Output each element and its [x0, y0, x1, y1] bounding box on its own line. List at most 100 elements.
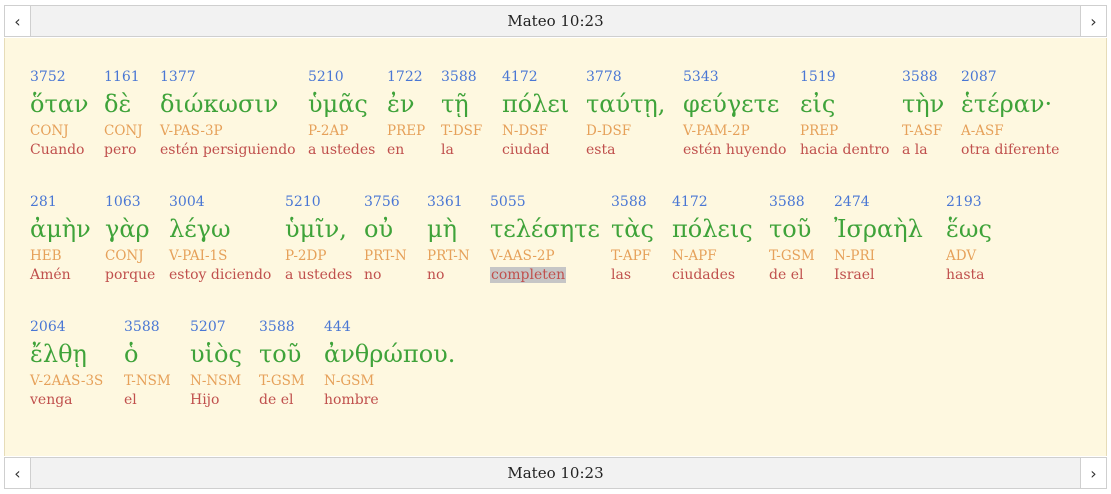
greek-word[interactable]: οὐ [364, 215, 393, 243]
greek-word[interactable]: διώκωσιν [160, 90, 278, 118]
spanish-gloss: hasta [946, 267, 985, 283]
interlinear-word[interactable]: 4172 πόλει N-DSF ciudad [502, 68, 569, 160]
strong-number[interactable]: 3588 [441, 69, 477, 85]
greek-word[interactable]: ἑτέραν· [961, 90, 1052, 118]
interlinear-word[interactable]: 1063 γὰρ CONJ porque [105, 193, 155, 285]
interlinear-word[interactable]: 444 ἀνθρώπου. N-GSM hombre [324, 318, 455, 410]
interlinear-word[interactable]: 4172 πόλεις N-APF ciudades [672, 193, 753, 285]
interlinear-word[interactable]: 3756 οὐ PRT-N no [364, 193, 407, 285]
greek-word[interactable]: ἀμὴν [30, 215, 91, 243]
next-verse-button[interactable]: › [1080, 6, 1106, 36]
strong-number[interactable]: 444 [324, 319, 351, 335]
interlinear-word[interactable]: 5055 τελέσητε V-AAS-2P completen [490, 193, 600, 285]
greek-word[interactable]: τοῦ [259, 340, 301, 368]
interlinear-word[interactable]: 1377 διώκωσιν V-PAS-3P estén persiguiendo [160, 68, 296, 160]
strong-number[interactable]: 2087 [961, 69, 997, 85]
strong-number[interactable]: 3752 [30, 69, 66, 85]
interlinear-word[interactable]: 5343 φεύγετε V-PAM-2P estén huyendo [683, 68, 786, 160]
greek-word[interactable]: μὴ [427, 215, 457, 243]
greek-word[interactable]: τελέσητε [490, 215, 600, 243]
next-verse-button[interactable]: › [1080, 458, 1106, 488]
interlinear-word[interactable]: 3752 ὅταν CONJ Cuando [30, 68, 89, 160]
greek-word[interactable]: τὴν [902, 90, 944, 118]
greek-word[interactable]: ἔλθῃ [30, 340, 87, 368]
greek-word[interactable]: Ἰσραὴλ [834, 215, 923, 243]
verse-title[interactable]: Mateo 10:23 [31, 458, 1080, 488]
strong-number[interactable]: 3778 [586, 69, 622, 85]
interlinear-word[interactable]: 5207 υἱὸς N-NSM Hijo [190, 318, 242, 410]
interlinear-word[interactable]: 1161 δὲ CONJ pero [104, 68, 143, 160]
strong-number[interactable]: 2474 [834, 194, 870, 210]
interlinear-word[interactable]: 1722 ἐν PREP en [387, 68, 425, 160]
greek-word[interactable]: ὁ [124, 340, 138, 368]
spanish-gloss: a la [902, 142, 928, 158]
greek-word[interactable]: ἕως [946, 215, 992, 243]
interlinear-word[interactable]: 3588 τῇ T-DSF la [441, 68, 482, 160]
interlinear-word[interactable]: 3588 τοῦ T-GSM de el [259, 318, 305, 410]
greek-word[interactable]: λέγω [169, 215, 231, 243]
strong-number[interactable]: 3588 [124, 319, 160, 335]
strong-number[interactable]: 5210 [308, 69, 344, 85]
interlinear-word[interactable]: 3588 ὁ T-NSM el [124, 318, 171, 410]
interlinear-word[interactable]: 2087 ἑτέραν· A-ASF otra diferente [961, 68, 1059, 160]
greek-word[interactable]: δὲ [104, 90, 131, 118]
greek-word[interactable]: φεύγετε [683, 90, 779, 118]
strong-number[interactable]: 1519 [800, 69, 836, 85]
strong-number[interactable]: 3588 [611, 194, 647, 210]
greek-word[interactable]: τοῦ [769, 215, 811, 243]
strong-number[interactable]: 2193 [946, 194, 982, 210]
interlinear-word[interactable]: 2193 ἕως ADV hasta [946, 193, 992, 285]
strong-number[interactable]: 5207 [190, 319, 226, 335]
spanish-gloss: a ustedes [308, 142, 376, 158]
strong-number[interactable]: 1161 [104, 69, 140, 85]
strong-number[interactable]: 3588 [769, 194, 805, 210]
strong-number[interactable]: 4172 [502, 69, 538, 85]
interlinear-word[interactable]: 5210 ὑμᾶς P-2AP a ustedes [308, 68, 375, 160]
strong-number[interactable]: 1722 [387, 69, 423, 85]
interlinear-word[interactable]: 3588 τὰς T-APF las [611, 193, 654, 285]
interlinear-word[interactable]: 2474 Ἰσραὴλ N-PRI Israel [834, 193, 923, 285]
interlinear-word[interactable]: 3361 μὴ PRT-N no [427, 193, 470, 285]
strong-number[interactable]: 5343 [683, 69, 719, 85]
greek-word[interactable]: ἐν [387, 90, 414, 118]
strong-number[interactable]: 5210 [285, 194, 321, 210]
morphology-code: P-2DP [285, 248, 327, 264]
prev-verse-button[interactable]: ‹ [5, 6, 31, 36]
greek-word[interactable]: πόλει [502, 90, 569, 118]
strong-number[interactable]: 3361 [427, 194, 463, 210]
strong-number[interactable]: 3004 [169, 194, 205, 210]
greek-word[interactable]: ὑμᾶς [308, 90, 368, 118]
strong-number[interactable]: 3756 [364, 194, 400, 210]
greek-word[interactable]: τῇ [441, 90, 469, 118]
interlinear-word[interactable]: 2064 ἔλθῃ V-2AAS-3S venga [30, 318, 103, 410]
strong-number[interactable]: 1377 [160, 69, 196, 85]
greek-word[interactable]: γὰρ [105, 215, 150, 243]
prev-verse-button[interactable]: ‹ [5, 458, 31, 488]
strong-number[interactable]: 1063 [105, 194, 141, 210]
strong-number[interactable]: 4172 [672, 194, 708, 210]
greek-word[interactable]: ταύτῃ, [586, 90, 665, 118]
greek-word[interactable]: υἱὸς [190, 340, 242, 368]
interlinear-word[interactable]: 3588 τὴν T-ASF a la [902, 68, 944, 160]
strong-number[interactable]: 2064 [30, 319, 66, 335]
greek-word[interactable]: τὰς [611, 215, 654, 243]
greek-word[interactable]: ὑμῖν, [285, 215, 347, 243]
spanish-gloss: pero [104, 142, 137, 158]
interlinear-word[interactable]: 5210 ὑμῖν, P-2DP a ustedes [285, 193, 352, 285]
greek-word[interactable]: εἰς [800, 90, 835, 118]
strong-number[interactable]: 3588 [902, 69, 938, 85]
interlinear-word[interactable]: 1519 εἰς PREP hacia dentro [800, 68, 890, 160]
strong-number[interactable]: 3588 [259, 319, 295, 335]
strong-number[interactable]: 5055 [490, 194, 526, 210]
greek-word[interactable]: πόλεις [672, 215, 753, 243]
interlinear-word[interactable]: 3588 τοῦ T-GSM de el [769, 193, 815, 285]
interlinear-word[interactable]: 3004 λέγω V-PAI-1S estoy diciendo [169, 193, 271, 285]
strong-number[interactable]: 281 [30, 194, 57, 210]
interlinear-word[interactable]: 281 ἀμὴν HEB Amén [30, 193, 91, 285]
spanish-gloss: no [427, 267, 445, 283]
interlinear-word[interactable]: 3778 ταύτῃ, D-DSF esta [586, 68, 665, 160]
verse-title[interactable]: Mateo 10:23 [31, 6, 1080, 36]
morphology-code: V-AAS-2P [490, 248, 555, 264]
greek-word[interactable]: ἀνθρώπου. [324, 340, 455, 368]
greek-word[interactable]: ὅταν [30, 90, 89, 118]
